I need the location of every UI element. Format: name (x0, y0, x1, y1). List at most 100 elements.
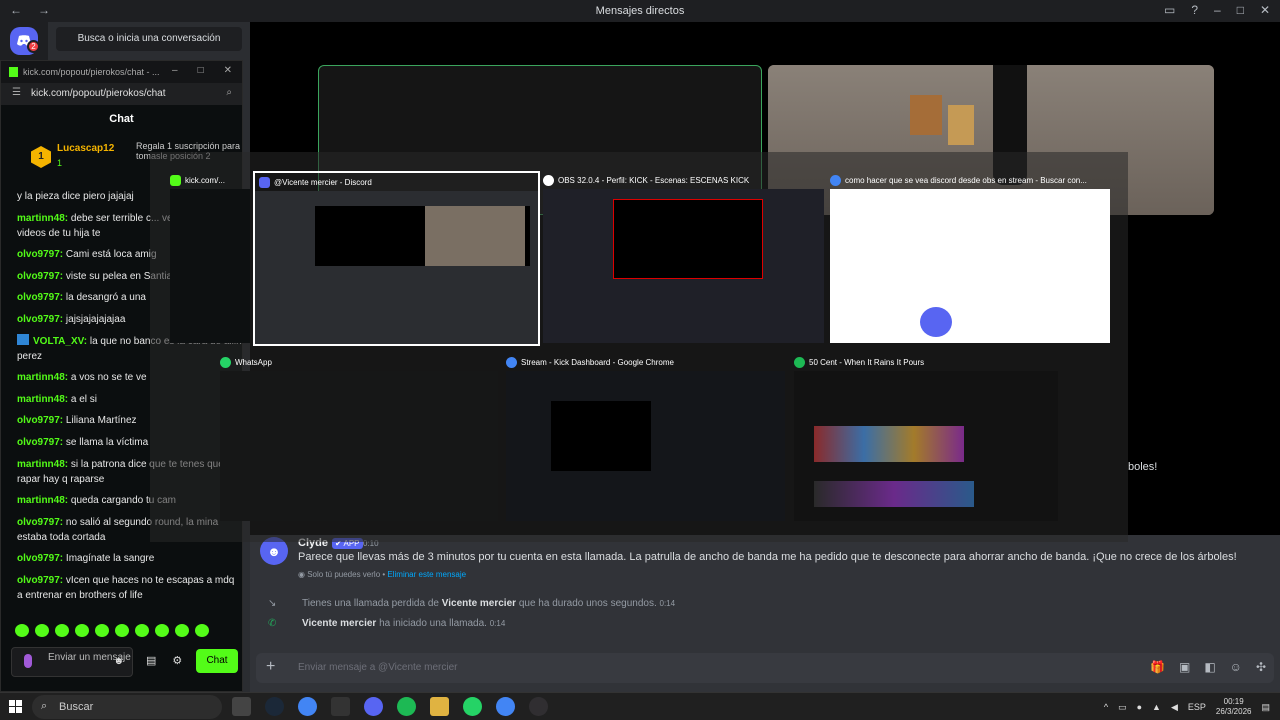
steam-icon[interactable] (265, 697, 284, 716)
gifter-name[interactable]: Lucascap12 (57, 143, 114, 154)
emote-icon[interactable] (115, 624, 129, 637)
chat-username[interactable]: martinn48: (17, 372, 68, 383)
add-attachment-icon[interactable]: + (266, 658, 275, 676)
message-input[interactable]: + Enviar mensaje a @Vicente mercier 🎁 ▣ … (256, 653, 1274, 683)
emote-icon[interactable] (195, 624, 209, 637)
chat-username[interactable]: olvo9797: (17, 292, 63, 303)
wall-photo-2 (948, 105, 974, 145)
chat-username[interactable]: olvo9797: (17, 553, 63, 564)
tray-folder-icon[interactable]: ▭ (1118, 702, 1127, 713)
tray-network-icon[interactable]: ▲ (1152, 702, 1161, 712)
discord-thumb-camera (425, 206, 525, 266)
discord-ad-icon (920, 307, 952, 337)
emote-icon[interactable] (155, 624, 169, 637)
chrome-icon[interactable] (298, 697, 317, 716)
emote-icon[interactable] (75, 624, 89, 637)
emoji-icon[interactable]: ☺ (1230, 660, 1242, 674)
whatsapp-icon[interactable] (463, 697, 482, 716)
site-settings-icon[interactable]: ☰ (12, 87, 21, 98)
taskview-discord[interactable]: @Vicente mercier - Discord (253, 171, 540, 346)
missed-call-pre: Tienes una llamada perdida de (302, 598, 442, 609)
kick-thumb-preview (170, 189, 250, 343)
obs-icon[interactable] (529, 697, 548, 716)
missed-call-post: que ha durado unos segundos. (516, 598, 657, 609)
emote-icon[interactable] (35, 624, 49, 637)
chat-username[interactable]: olvo9797: (17, 415, 63, 426)
emote-bar (15, 624, 235, 637)
emote-icon[interactable] (15, 624, 29, 637)
start-button[interactable] (9, 700, 23, 714)
emote-icon[interactable] (55, 624, 69, 637)
chat-username[interactable]: olvo9797: (17, 517, 63, 528)
delete-message-link[interactable]: Eliminar este mensaje (387, 570, 466, 579)
chat-username[interactable]: martinn48: (17, 213, 68, 224)
notification-icon[interactable]: ▤ (1261, 702, 1270, 713)
kick-close-icon[interactable]: ✕ (224, 65, 232, 76)
kick-chat-input[interactable]: Enviar un mensaje ☻ (11, 647, 133, 677)
chat-text: Liliana Martínez (63, 415, 137, 427)
missed-call-time: 0:14 (659, 599, 676, 608)
close-icon[interactable]: ✕ (1260, 3, 1270, 17)
taskview-spotify[interactable]: 50 Cent - When It Rains It Pours (794, 353, 1060, 523)
capcut-icon[interactable] (331, 697, 350, 716)
conversation-search-button[interactable]: Busca o inicia una conversación (56, 27, 242, 51)
missed-call-user[interactable]: Vicente mercier (442, 598, 516, 609)
chat-username[interactable]: martinn48: (17, 459, 68, 470)
sticker-icon[interactable]: ◧ (1204, 660, 1215, 674)
chat-username[interactable]: VOLTA_XV: (33, 336, 87, 347)
taskview-whatsapp[interactable]: WhatsApp (220, 353, 500, 523)
taskview-kick-popout[interactable]: kick.com/... (170, 171, 250, 343)
started-call-row: ✆ Vicente mercier ha iniciado una llamada… (260, 618, 505, 629)
chat-username[interactable]: olvo9797: (17, 271, 63, 282)
chat-username[interactable]: olvo9797: (17, 437, 63, 448)
zoom-icon[interactable]: ⌕ (226, 87, 232, 98)
kickdash-thumb-preview (506, 371, 785, 521)
started-call-user[interactable]: Vicente mercier (302, 618, 376, 629)
taskview-obs[interactable]: OBS 32.0.4 - Perfil: KICK - Escenas: ESC… (543, 171, 826, 343)
gift-count: 1 (57, 158, 63, 168)
emote-icon[interactable] (135, 624, 149, 637)
obs-app-icon (543, 174, 554, 186)
chat-username[interactable]: olvo9797: (17, 575, 63, 586)
apps-icon[interactable]: ✣ (1256, 660, 1266, 674)
tray-clock[interactable]: 00:19 26/3/2026 (1216, 697, 1252, 717)
ephemeral-note: ◉ Solo tú puedes verlo • Eliminar este m… (298, 570, 466, 579)
file-explorer-icon[interactable] (430, 697, 449, 716)
tray-language[interactable]: ESP (1188, 702, 1206, 712)
taskview-chrome-search[interactable]: como hacer que se vea discord desde obs … (830, 171, 1112, 343)
gif-icon[interactable]: ▣ (1179, 660, 1190, 674)
minimize-icon[interactable]: – (1214, 3, 1221, 17)
emote-icon[interactable] (95, 624, 109, 637)
emoji-picker-icon[interactable]: ☻ (113, 656, 124, 667)
gift-icon[interactable]: 🎁 (1150, 660, 1165, 674)
started-call-post: ha iniciado una llamada. (376, 618, 487, 629)
kick-url-bar[interactable]: ☰ kick.com/popout/pierokos/chat ⌕ (1, 83, 242, 105)
chat-username[interactable]: olvo9797: (17, 314, 63, 325)
wall-photo (910, 95, 942, 135)
spotify-icon[interactable] (397, 697, 416, 716)
taskview-icon[interactable] (232, 697, 251, 716)
store-icon[interactable]: ▤ (146, 654, 156, 667)
discord-icon[interactable] (364, 697, 383, 716)
chat-username[interactable]: martinn48: (17, 394, 68, 405)
kick-maximize-icon[interactable]: □ (198, 65, 204, 76)
chat-text: se llama la víctima (63, 436, 149, 448)
chat-username[interactable]: martinn48: (17, 495, 68, 506)
taskbar-search[interactable]: ⌕ Buscar (32, 695, 222, 719)
chat-message: olvo9797: vIcen que haces no te escapas … (17, 573, 242, 603)
tray-mic-icon[interactable]: ● (1137, 702, 1142, 712)
maximize-icon[interactable]: □ (1237, 3, 1244, 17)
taskview-kick-dashboard[interactable]: Stream - Kick Dashboard - Google Chrome (506, 353, 787, 523)
tray-chevron-icon[interactable]: ^ (1104, 702, 1108, 712)
chat-username[interactable]: olvo9797: (17, 249, 63, 260)
settings-icon[interactable]: ⚙ (172, 654, 182, 667)
inbox-icon[interactable]: ▭ (1164, 3, 1175, 17)
kick-minimize-icon[interactable]: – (172, 65, 178, 76)
discord-titlebar: ← → Mensajes directos ▭ ? – □ ✕ (0, 0, 1280, 22)
emote-icon[interactable] (175, 624, 189, 637)
mic-icon[interactable] (24, 654, 32, 668)
send-chat-button[interactable]: Chat (196, 649, 238, 673)
chrome-icon-2[interactable] (496, 697, 515, 716)
tray-volume-icon[interactable]: ◀ (1171, 702, 1178, 713)
help-icon[interactable]: ? (1191, 3, 1198, 17)
